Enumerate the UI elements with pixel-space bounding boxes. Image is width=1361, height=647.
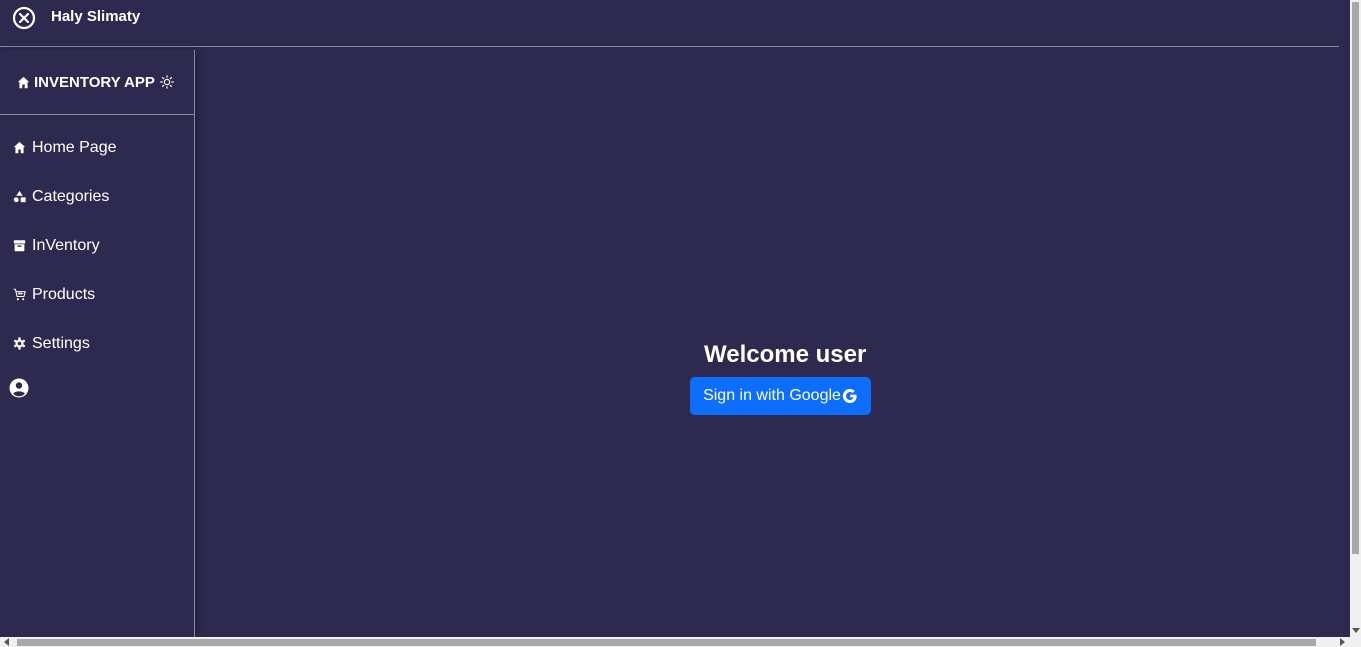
brand-title: INVENTORY APP: [34, 73, 155, 91]
sidebar-item-categories[interactable]: Categories: [0, 172, 194, 221]
sidebar-nav: Home Page Categories InVentory Products …: [0, 123, 194, 408]
sidebar-item-label: Categories: [32, 187, 110, 205]
shapes-icon: [13, 190, 26, 203]
sidebar-item-label: Settings: [32, 334, 90, 352]
sidebar-item-label: Home Page: [32, 138, 117, 156]
scroll-right-arrow-icon[interactable]: [1340, 638, 1345, 646]
sidebar-item-label: InVentory: [32, 236, 100, 254]
horizontal-scrollbar[interactable]: [0, 637, 1361, 647]
vertical-scrollbar-thumb[interactable]: [1352, 2, 1359, 554]
home-icon: [13, 141, 26, 154]
sun-icon[interactable]: [160, 75, 174, 89]
sidebar: INVENTORY APP Home Page Categories InVen…: [0, 50, 195, 637]
app-title: Haly Slimaty: [51, 8, 141, 25]
cart-icon: [13, 288, 26, 301]
gear-icon: [13, 337, 26, 350]
welcome-heading: Welcome user: [704, 341, 867, 368]
sign-in-label: Sign in with Google: [703, 387, 841, 404]
horizontal-scrollbar-thumb[interactable]: [17, 639, 1316, 646]
user-circle-icon: [9, 378, 29, 398]
sidebar-brand: INVENTORY APP: [0, 50, 194, 115]
scroll-down-arrow-icon[interactable]: [1352, 628, 1360, 633]
scroll-left-arrow-icon[interactable]: [4, 638, 9, 646]
close-circle-icon[interactable]: [12, 6, 36, 30]
sign-in-google-button[interactable]: Sign in with Google: [690, 377, 871, 415]
vertical-scrollbar[interactable]: [1350, 0, 1361, 637]
sidebar-item-label: Products: [32, 285, 96, 303]
sidebar-item-account[interactable]: [0, 368, 194, 408]
home-icon: [17, 76, 30, 88]
sidebar-item-products[interactable]: Products: [0, 270, 194, 319]
top-bar: Haly Slimaty: [0, 0, 1339, 47]
google-icon: [842, 389, 857, 404]
archive-icon: [13, 240, 26, 252]
main-content: Welcome user Sign in with Google: [196, 48, 1350, 637]
sidebar-item-settings[interactable]: Settings: [0, 319, 194, 368]
sidebar-item-inventory[interactable]: InVentory: [0, 221, 194, 270]
sidebar-item-home-page[interactable]: Home Page: [0, 123, 194, 172]
